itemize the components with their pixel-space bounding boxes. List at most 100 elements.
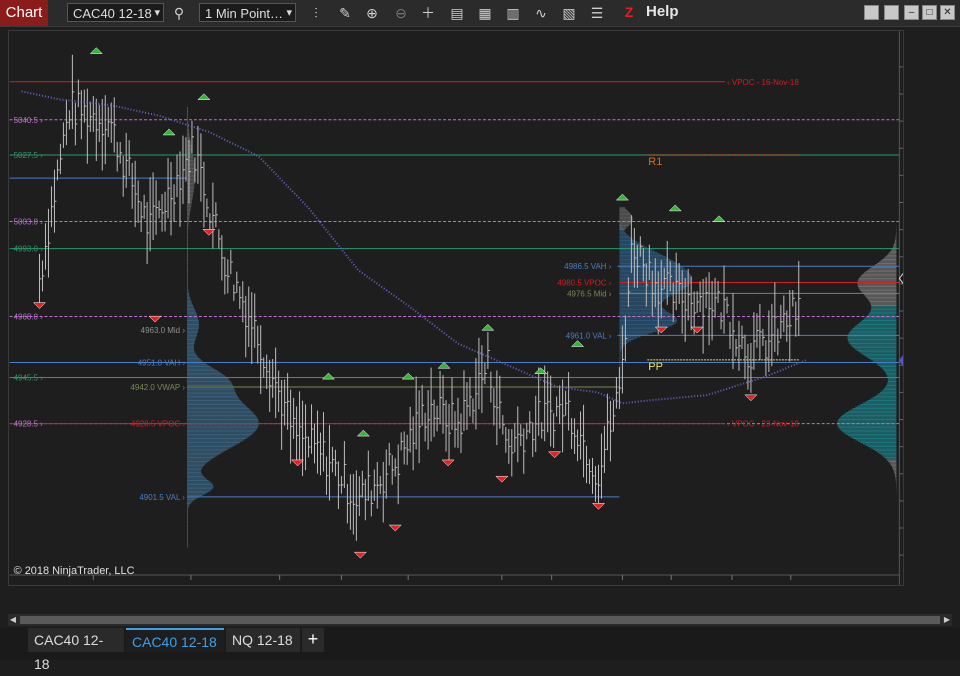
profile-label: 4976.5 Mid ›	[567, 289, 612, 298]
composite-profile-bar	[839, 428, 896, 429]
composite-profile-bar	[882, 259, 896, 260]
composite-profile-bar	[849, 332, 896, 333]
composite-profile-bar	[896, 236, 897, 237]
close-icon[interactable]: ✕	[940, 5, 955, 20]
price-chart[interactable]: 5040.5 ›5027.5 ›5003.0 ›4993.0 ›4968.0 ›…	[8, 30, 904, 586]
volume-profile-bar	[187, 241, 188, 242]
volume-profile-bar	[619, 252, 657, 253]
volume-profile-bar	[187, 454, 219, 455]
swing-high-marker	[713, 216, 725, 222]
volume-profile-bar	[187, 365, 209, 366]
volume-profile-bar	[187, 224, 189, 225]
volume-profile-bar	[187, 161, 194, 162]
restore-icon[interactable]	[864, 5, 879, 20]
interval-value: 1 Min Point…	[205, 6, 283, 21]
properties-icon[interactable]: ▦	[475, 3, 495, 23]
volume-profile-bar	[187, 338, 196, 339]
bar-type-icon[interactable]: ⫶	[306, 3, 326, 23]
data-box-icon[interactable]: ▤	[447, 3, 467, 23]
composite-profile-bar	[877, 451, 896, 452]
volume-profile-bar	[187, 395, 237, 396]
interval-selector[interactable]: 1 Min Point…▾	[199, 3, 296, 22]
volume-profile-bar	[187, 363, 206, 364]
volume-profile-bar	[619, 243, 639, 244]
volume-profile-bar	[187, 469, 201, 470]
volume-profile-bar	[187, 160, 194, 161]
volume-profile-bar	[187, 502, 192, 503]
swing-high-marker	[163, 129, 175, 135]
volume-profile-bar	[187, 256, 188, 257]
maximize-icon[interactable]: □	[922, 5, 937, 20]
tab-nq[interactable]: NQ 12-18	[226, 628, 300, 652]
volume-profile-bar	[187, 473, 202, 474]
drawing-tool-icon[interactable]: ✎	[335, 3, 355, 23]
composite-profile-bar	[886, 458, 897, 459]
indicators-icon[interactable]: ∿	[531, 3, 551, 23]
add-tab-button[interactable]: +	[302, 628, 324, 652]
composite-profile-bar	[861, 321, 897, 322]
scroll-right-icon[interactable]: ▶	[942, 614, 952, 626]
volume-profile-bar	[187, 272, 188, 273]
volume-profile-bar	[187, 206, 191, 207]
volume-profile-bar	[187, 301, 191, 302]
tab-cac40-1[interactable]: CAC40 12-18	[28, 628, 124, 652]
minimize-icon[interactable]: –	[904, 5, 919, 20]
volume-profile-bar	[619, 233, 626, 234]
composite-profile-bar	[895, 475, 896, 476]
volume-profile-bar	[187, 401, 242, 402]
scroll-thumb[interactable]	[20, 616, 940, 624]
volume-profile-bar	[187, 413, 254, 414]
volume-profile-bar	[187, 515, 188, 516]
composite-profile-bar	[875, 450, 896, 451]
volume-profile-bar	[187, 546, 188, 547]
volume-profile-bar	[187, 513, 188, 514]
composite-profile-bar	[868, 446, 896, 447]
minimize-window-icon[interactable]	[884, 5, 899, 20]
zoom-out-icon[interactable]: ⊖	[391, 3, 411, 23]
volume-profile-bar	[187, 156, 193, 157]
composite-profile-bar	[867, 298, 896, 299]
composite-profile-bar	[866, 445, 897, 446]
volume-profile-bar	[187, 412, 253, 413]
help-menu[interactable]: Help	[646, 3, 679, 20]
search-icon[interactable]: ⚲	[169, 3, 189, 23]
volume-profile-bar	[187, 215, 190, 216]
scroll-left-icon[interactable]: ◀	[8, 614, 18, 626]
volume-profile-bar	[187, 384, 232, 385]
composite-profile-bar	[893, 247, 897, 248]
tab-cac40-2[interactable]: CAC40 12-18	[126, 628, 224, 652]
volume-profile-bar	[187, 217, 189, 218]
volume-profile-bar	[187, 191, 194, 192]
volume-profile-bar	[619, 240, 634, 241]
volume-profile-bar	[187, 226, 188, 227]
volume-profile-bar	[187, 359, 201, 360]
volume-profile-bar	[187, 274, 188, 275]
composite-profile-bar	[860, 277, 897, 278]
price-bars	[40, 55, 801, 541]
chart-trader-icon[interactable]: ▧	[559, 3, 579, 23]
composite-profile-bar	[858, 405, 897, 406]
composite-profile-bar	[838, 419, 896, 420]
zoom-in-icon[interactable]: ⊕	[362, 3, 382, 23]
volume-profile-bar	[187, 451, 223, 452]
crosshair-icon[interactable]: ＋	[418, 3, 438, 23]
level-label: 4928.5 ›	[14, 420, 44, 429]
composite-profile-bar	[894, 470, 897, 471]
swing-high-marker	[616, 194, 628, 200]
volume-profile-bar	[187, 182, 195, 183]
volume-profile-bar	[187, 427, 258, 428]
swing-low-marker	[745, 395, 757, 401]
horizontal-scrollbar[interactable]: ◀ ▶	[8, 614, 952, 626]
composite-profile-bar	[866, 271, 897, 272]
composite-profile-bar	[881, 260, 897, 261]
volume-profile-bar	[187, 286, 188, 287]
composite-profile-bar	[884, 388, 896, 389]
object-list-icon[interactable]: ☰	[587, 3, 607, 23]
composite-profile-bar	[866, 297, 896, 298]
volume-profile-bar	[187, 321, 199, 322]
composite-profile-bar	[887, 384, 896, 385]
composite-profile-bar	[888, 461, 896, 462]
strategies-icon[interactable]: ▥	[503, 3, 523, 23]
instrument-selector[interactable]: CAC40 12-18▾	[67, 3, 164, 22]
volume-profile-bar	[187, 157, 193, 158]
